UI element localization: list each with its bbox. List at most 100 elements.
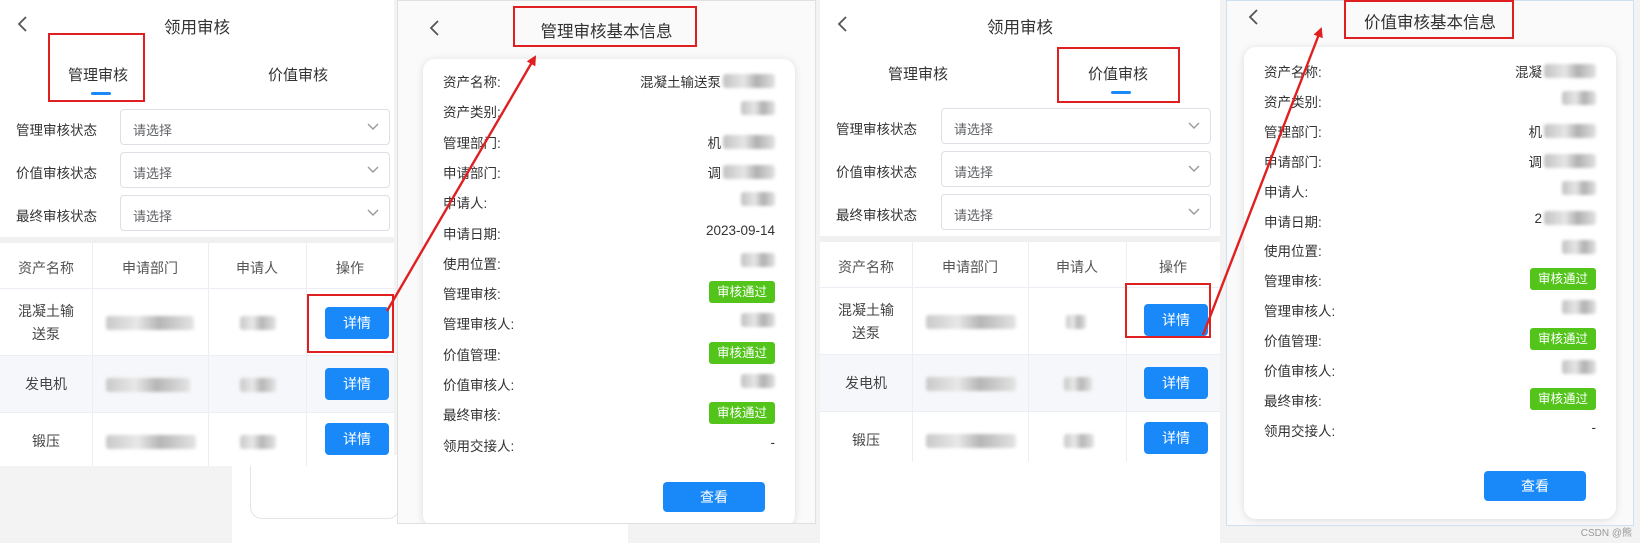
partial-value-text: 机 bbox=[1528, 124, 1543, 140]
tab-bar: 管理审核 价值审核 bbox=[0, 48, 394, 104]
view-button[interactable]: 查看 bbox=[663, 482, 765, 512]
detail-button[interactable]: 详情 bbox=[1144, 422, 1208, 454]
tab-value-review[interactable]: 价值审核 bbox=[1088, 63, 1148, 84]
final-status-select[interactable]: 请选择 bbox=[941, 194, 1211, 230]
redacted-value bbox=[1560, 360, 1596, 374]
info-label: 最终审核: bbox=[1264, 393, 1322, 409]
info-row: 价值管理: 审核通过 bbox=[443, 341, 775, 364]
filter-value-status: 价值审核状态 请选择 bbox=[820, 151, 1220, 187]
info-row: 最终审核: 审核通过 bbox=[443, 402, 775, 425]
redacted-value bbox=[739, 313, 775, 328]
blur-mask bbox=[1562, 240, 1596, 255]
info-label: 最终审核: bbox=[443, 408, 501, 424]
blur-mask bbox=[1544, 153, 1596, 168]
nav-bar: 价值审核基本信息 bbox=[1227, 1, 1633, 53]
info-label: 资产类别: bbox=[443, 105, 501, 121]
info-row: 申请部门: 调 bbox=[443, 160, 775, 182]
status-badge: 审核通过 bbox=[709, 341, 775, 364]
redacted-value: 混凝 bbox=[1515, 61, 1596, 81]
detail-button[interactable]: 详情 bbox=[325, 368, 389, 400]
blur-mask bbox=[1562, 180, 1596, 195]
tab-manage-review[interactable]: 管理审核 bbox=[888, 63, 948, 84]
info-row: 领用交接人: - bbox=[1264, 418, 1596, 440]
info-label: 价值审核人: bbox=[1264, 364, 1336, 379]
table-row: 发电机 详情 bbox=[820, 355, 1220, 412]
detail-button[interactable]: 详情 bbox=[1144, 304, 1208, 336]
info-label: 领用交接人: bbox=[1264, 423, 1336, 439]
nav-bar: 管理审核基本信息 bbox=[398, 1, 815, 53]
table-header: 资产名称 申请部门 申请人 操作 bbox=[820, 242, 1220, 288]
chevron-down-icon bbox=[1188, 208, 1200, 215]
table-row: 锻压 详情 bbox=[0, 413, 394, 466]
info-row: 申请部门: 调 bbox=[1264, 149, 1596, 171]
blur-mask bbox=[723, 74, 775, 88]
active-tab-indicator bbox=[1111, 91, 1131, 94]
redacted-value: 调 bbox=[708, 162, 775, 182]
info-label: 申请日期: bbox=[1264, 214, 1322, 230]
detail-button[interactable]: 详情 bbox=[1144, 367, 1208, 399]
page-title: 领用审核 bbox=[164, 19, 230, 37]
value-status-select[interactable]: 请选择 bbox=[120, 152, 390, 188]
blur-mask bbox=[741, 374, 775, 388]
redacted-value bbox=[1560, 240, 1596, 255]
info-row: 申请日期: 2023-09-14 bbox=[443, 221, 775, 243]
info-label: 资产名称: bbox=[1264, 65, 1322, 80]
redacted-department bbox=[926, 434, 1016, 448]
chevron-down-icon bbox=[1188, 165, 1200, 172]
final-status-select[interactable]: 请选择 bbox=[120, 195, 390, 231]
value-status-select[interactable]: 请选择 bbox=[941, 151, 1211, 187]
partial-value-text: 机 bbox=[707, 135, 722, 151]
column-header: 申请部门 bbox=[942, 259, 998, 275]
manage-status-select[interactable]: 请选择 bbox=[120, 109, 390, 145]
tab-value-review[interactable]: 价值审核 bbox=[268, 64, 328, 85]
info-label: 管理审核: bbox=[443, 287, 501, 303]
info-row: 管理部门: 机 bbox=[1264, 119, 1596, 141]
detail-button[interactable]: 详情 bbox=[325, 423, 389, 455]
blur-mask bbox=[1544, 123, 1596, 138]
info-row: 管理审核: 审核通过 bbox=[1264, 268, 1596, 291]
info-row: 资产名称: 混凝土输送泵 bbox=[443, 69, 775, 91]
column-header: 资产名称 bbox=[18, 260, 74, 276]
redacted-value bbox=[1560, 180, 1596, 195]
view-button[interactable]: 查看 bbox=[1484, 471, 1586, 501]
select-placeholder: 请选择 bbox=[133, 209, 173, 224]
filter-label: 管理审核状态 bbox=[836, 122, 917, 137]
status-badge: 审核通过 bbox=[1530, 328, 1596, 351]
asset-name-cell: 锻压 bbox=[852, 432, 880, 448]
detail-panel-value: 价值审核基本信息 资产名称: 混凝 资产类别: 管理部门: 机申请部门: 调申请人: 申请日… bbox=[1226, 0, 1634, 526]
filter-manage-status: 管理审核状态 请选择 bbox=[820, 108, 1220, 144]
redacted-value bbox=[1560, 300, 1596, 315]
column-header: 申请人 bbox=[1056, 259, 1098, 275]
column-divider bbox=[306, 243, 307, 466]
blur-mask bbox=[723, 134, 775, 149]
info-label: 资产名称: bbox=[443, 75, 501, 90]
filter-final-status: 最终审核状态 请选择 bbox=[820, 194, 1220, 230]
select-placeholder: 请选择 bbox=[133, 166, 173, 181]
table-row: 锻压 详情 bbox=[820, 412, 1220, 462]
tab-manage-review[interactable]: 管理审核 bbox=[68, 64, 128, 85]
info-value: 2023-09-14 bbox=[705, 222, 775, 238]
background-page-fragment bbox=[820, 462, 1220, 543]
table-row: 混凝土输 送泵 详情 bbox=[820, 289, 1220, 355]
info-label: 申请人: bbox=[1264, 184, 1309, 200]
page-title: 价值审核基本信息 bbox=[1364, 14, 1496, 32]
info-label: 使用位置: bbox=[443, 256, 501, 272]
info-row: 管理审核: 审核通过 bbox=[443, 281, 775, 304]
detail-panel-manage: 管理审核基本信息 资产名称: 混凝土输送泵 资产类别: 管理部门: 机申请部门: 调申请人… bbox=[397, 0, 816, 524]
column-header: 操作 bbox=[1159, 259, 1187, 275]
blur-mask bbox=[1562, 360, 1596, 374]
manage-status-select[interactable]: 请选择 bbox=[941, 108, 1211, 144]
status-badge: 审核通过 bbox=[709, 402, 775, 425]
page-title: 管理审核基本信息 bbox=[540, 23, 673, 41]
select-placeholder: 请选择 bbox=[133, 123, 173, 138]
detail-button[interactable]: 详情 bbox=[325, 307, 389, 339]
column-divider bbox=[1126, 242, 1127, 462]
page-title: 领用审核 bbox=[987, 19, 1053, 37]
filter-label: 价值审核状态 bbox=[16, 166, 97, 181]
partial-value-text: 混凝 bbox=[1515, 65, 1542, 80]
blur-mask bbox=[1544, 211, 1596, 225]
status-badge: 审核通过 bbox=[1530, 268, 1596, 291]
info-card: 资产名称: 混凝土输送泵 资产类别: 管理部门: 机申请部门: 调申请人: 申请日期: 202… bbox=[423, 59, 795, 523]
column-header: 申请部门 bbox=[122, 260, 178, 276]
redacted-value: 2 bbox=[1534, 211, 1596, 226]
